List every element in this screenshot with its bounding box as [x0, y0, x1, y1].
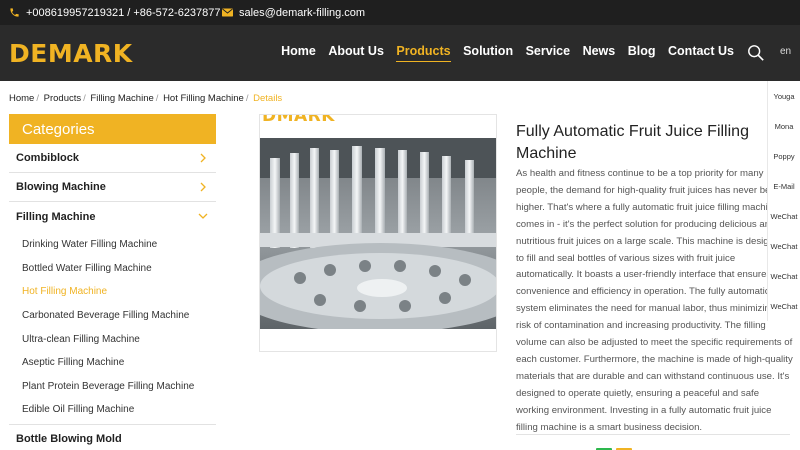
filling-machine-sublist: Drinking Water Filling Machine Bottled W… — [9, 231, 216, 425]
content-divider — [516, 434, 790, 435]
subcategory-carbonated-beverage[interactable]: Carbonated Beverage Filling Machine — [9, 304, 216, 328]
category-label: Filling Machine — [16, 210, 96, 223]
breadcrumb-current: Details — [253, 93, 283, 104]
subcategory-plant-protein[interactable]: Plant Protein Beverage Filling Machine — [9, 375, 216, 399]
breadcrumb-separator: / — [155, 93, 159, 104]
breadcrumb: Home / Products / Filling Machine / Hot Fil… — [9, 93, 282, 104]
chevron-down-icon[interactable] — [198, 211, 208, 221]
rail-wechat-3[interactable]: WeChat — [768, 261, 800, 291]
phone-contact[interactable]: +008619957219321 / +86-572-6237877 — [9, 0, 221, 25]
nav-solution[interactable]: Solution — [463, 44, 513, 62]
subcategory-aseptic[interactable]: Aseptic Filling Machine — [9, 351, 216, 375]
subcategory-hot-filling[interactable]: Hot Filling Machine — [9, 280, 216, 304]
rail-contact-poppy[interactable]: Poppy — [768, 141, 800, 171]
rail-contact-youga[interactable]: Youga — [768, 81, 800, 111]
category-filling-machine[interactable]: Filling Machine — [9, 202, 216, 231]
product-title: Fully Automatic Fruit Juice Filling Mach… — [516, 123, 749, 162]
breadcrumb-hot-filling-machine[interactable]: Hot Filling Machine — [163, 93, 244, 104]
breadcrumb-separator: / — [36, 93, 39, 104]
category-blowing-machine[interactable]: Blowing Machine — [9, 173, 216, 202]
nav-home[interactable]: Home — [281, 44, 316, 62]
rail-wechat-1[interactable]: WeChat — [768, 201, 800, 231]
breadcrumb-separator: / — [83, 93, 86, 104]
mail-icon — [222, 8, 233, 17]
category-label: Combiblock — [16, 152, 79, 164]
main-nav: Home About Us Products Solution Service … — [269, 25, 734, 81]
product-photo[interactable] — [260, 138, 497, 329]
categories-heading: Categories — [9, 114, 216, 144]
category-bottle-blowing-mold[interactable]: Bottle Blowing Mold — [9, 425, 216, 450]
breadcrumb-home[interactable]: Home — [9, 93, 34, 104]
rail-wechat-2[interactable]: WeChat — [768, 231, 800, 261]
phone-text: +008619957219321 / +86-572-6237877 — [26, 6, 221, 19]
search-icon[interactable] — [747, 44, 765, 62]
chevron-right-icon[interactable] — [198, 153, 208, 163]
category-sidebar: Categories Combiblock Blowing Machine Fi… — [9, 114, 216, 450]
product-description: As health and fitness continue to be a t… — [516, 168, 793, 433]
category-label: Blowing Machine — [16, 181, 106, 193]
phone-icon — [10, 8, 19, 17]
subcategory-ultra-clean[interactable]: Ultra-clean Filling Machine — [9, 327, 216, 351]
site-logo[interactable]: DEMARK — [9, 38, 133, 68]
rail-email[interactable]: E-Mail — [768, 171, 800, 201]
nav-service[interactable]: Service — [526, 44, 570, 62]
contact-rail: Youga Mona Poppy E-Mail WeChat WeChat We… — [767, 81, 800, 321]
rail-contact-mona[interactable]: Mona — [768, 111, 800, 141]
breadcrumb-filling-machine[interactable]: Filling Machine — [90, 93, 153, 104]
category-combiblock[interactable]: Combiblock — [9, 144, 216, 173]
chevron-right-icon[interactable] — [198, 182, 208, 192]
site-header: DEMARK Home About Us Products Solution S… — [0, 25, 800, 81]
subcategory-drinking-water[interactable]: Drinking Water Filling Machine — [9, 233, 216, 257]
breadcrumb-separator: / — [245, 93, 249, 104]
product-image-frame[interactable]: DMARK — [259, 114, 497, 352]
subcategory-edible-oil[interactable]: Edible Oil Filling Machine — [9, 398, 216, 422]
image-watermark-logo: DMARK — [262, 114, 335, 126]
subcategory-bottled-water[interactable]: Bottled Water Filling Machine — [9, 257, 216, 281]
category-label: Bottle Blowing Mold — [16, 432, 122, 445]
nav-contact-us[interactable]: Contact Us — [668, 44, 734, 62]
email-text: sales@demark-filling.com — [239, 6, 366, 19]
nav-about-us[interactable]: About Us — [328, 44, 384, 62]
language-switch[interactable]: en — [780, 46, 791, 57]
breadcrumb-products[interactable]: Products — [44, 93, 82, 104]
email-contact[interactable]: sales@demark-filling.com — [222, 0, 365, 25]
nav-products[interactable]: Products — [396, 44, 451, 62]
top-contact-bar: +008619957219321 / +86-572-6237877 sales… — [0, 0, 800, 25]
nav-blog[interactable]: Blog — [628, 44, 656, 62]
rail-wechat-4[interactable]: WeChat — [768, 291, 800, 321]
nav-news[interactable]: News — [583, 44, 616, 62]
